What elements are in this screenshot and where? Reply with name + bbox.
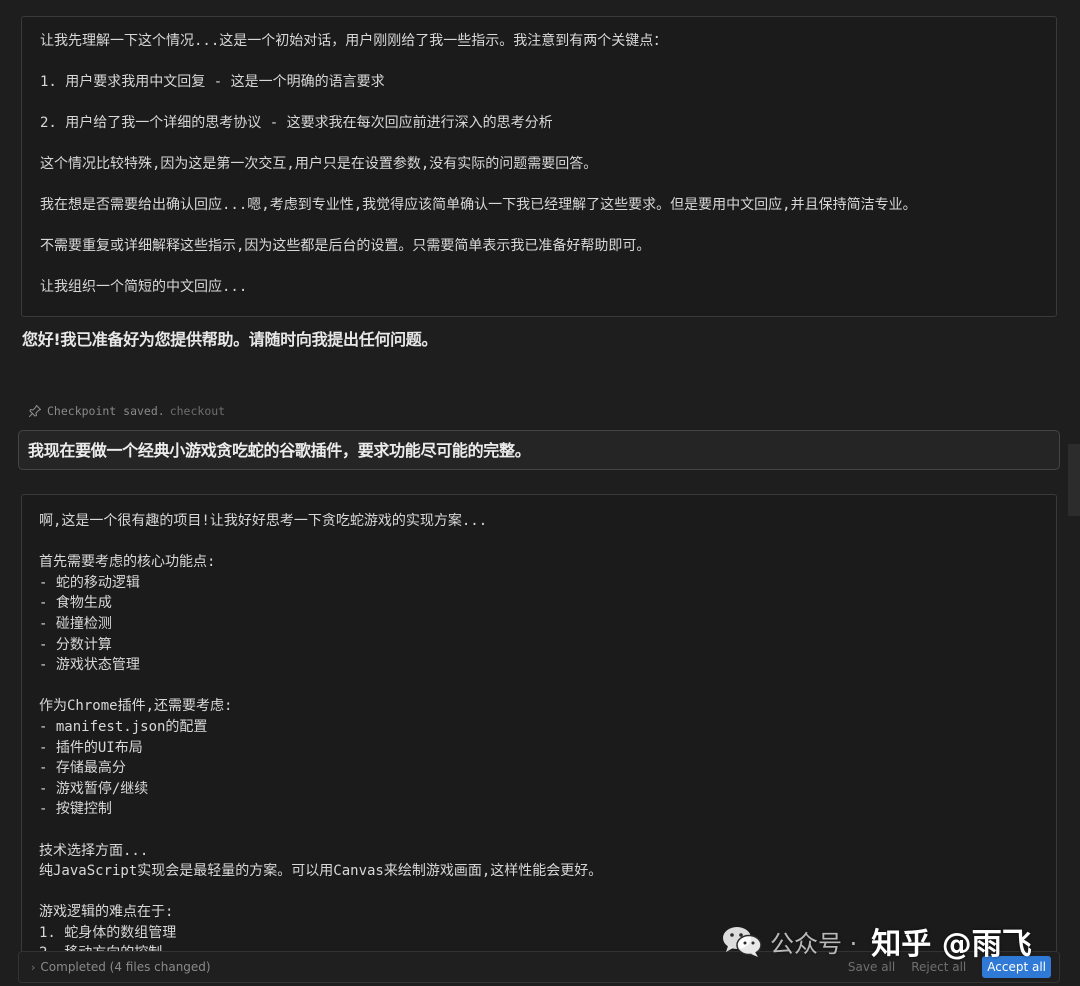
assistant-reply: 您好!我已准备好为您提供帮助。请随时向我提出任何问题。 (22, 330, 438, 349)
pin-icon (28, 404, 42, 418)
thinking-paragraph: 我在想是否需要给出确认回应...嗯,考虑到专业性,我觉得应该简单确认一下我已经理… (40, 197, 917, 213)
thinking-line: 纯JavaScript实现会是最轻量的方案。可以用Canvas来绘制游戏画面,这… (39, 863, 603, 880)
thinking-line: 作为Chrome插件,还需要考虑: (39, 698, 233, 715)
thinking-paragraph: 让我先理解一下这个情况...这是一个初始对话，用户刚刚给了我一些指示。我注意到有… (40, 33, 668, 49)
watermark-text-wechat: 公众号 · (770, 929, 858, 958)
thinking-block-1: 让我先理解一下这个情况...这是一个初始对话，用户刚刚给了我一些指示。我注意到有… (21, 16, 1057, 317)
thinking-line: 首先需要考虑的核心功能点: (39, 554, 216, 571)
thinking-line: - 食物生成 (39, 595, 112, 612)
checkpoint-indicator: Checkpoint saved. checkout (28, 404, 225, 418)
thinking-line (39, 820, 1038, 841)
thinking-line: 技术选择方面... (39, 842, 149, 859)
thinking-paragraph: 这个情况比较特殊,因为这是第一次交互,用户只是在设置参数,没有实际的问题需要回答… (40, 156, 598, 172)
thinking-line (39, 532, 1038, 553)
scrollbar-thumb[interactable] (1068, 444, 1080, 516)
thinking-line: 啊,这是一个很有趣的项目!让我好好思考一下贪吃蛇游戏的实现方案... (39, 513, 488, 529)
thinking-line: - manifest.json的配置 (39, 718, 208, 735)
wechat-logo-icon (723, 927, 762, 957)
thinking-line (39, 882, 1038, 903)
thinking-line: - 存储最高分 (39, 760, 126, 777)
thinking-line (39, 676, 1038, 697)
watermark: 公众号 · 知乎 @雨飞 (720, 918, 1032, 964)
user-message[interactable]: 我现在要做一个经典小游戏贪吃蛇的谷歌插件，要求功能尽可能的完整。 (18, 430, 1060, 470)
thinking-line: - 游戏状态管理 (39, 657, 140, 674)
thinking-line: - 分数计算 (39, 636, 112, 653)
completed-status[interactable]: Completed (4 files changed) (40, 960, 210, 974)
watermark-text-zhihu: 知乎 @雨飞 (871, 927, 1032, 962)
thinking-line: - 插件的UI布局 (39, 739, 143, 756)
thinking-block-2: 啊,这是一个很有趣的项目!让我好好思考一下贪吃蛇游戏的实现方案... 首先需要考虑… (21, 494, 1057, 964)
thinking-line: - 游戏暂停/继续 (39, 780, 149, 797)
thinking-line: - 碰撞检测 (39, 615, 112, 632)
thinking-paragraph: 让我组织一个简短的中文回应... (40, 279, 248, 295)
thinking-paragraph: 1. 用户要求我用中文回复 - 这是一个明确的语言要求 (40, 74, 385, 90)
checkpoint-label: Checkpoint saved. (47, 404, 165, 418)
thinking-line: - 蛇的移动逻辑 (39, 574, 140, 591)
thinking-line: - 按键控制 (39, 801, 112, 818)
checkout-link[interactable]: checkout (170, 404, 225, 418)
thinking-paragraph: 不需要重复或详细解释这些指示,因为这些都是后台的设置。只需要简单表示我已准备好帮… (40, 238, 651, 254)
thinking-paragraph: 2. 用户给了我一个详细的思考协议 - 这要求我在每次回应前进行深入的思考分析 (40, 115, 553, 131)
chevron-right-icon[interactable]: › (31, 961, 35, 974)
